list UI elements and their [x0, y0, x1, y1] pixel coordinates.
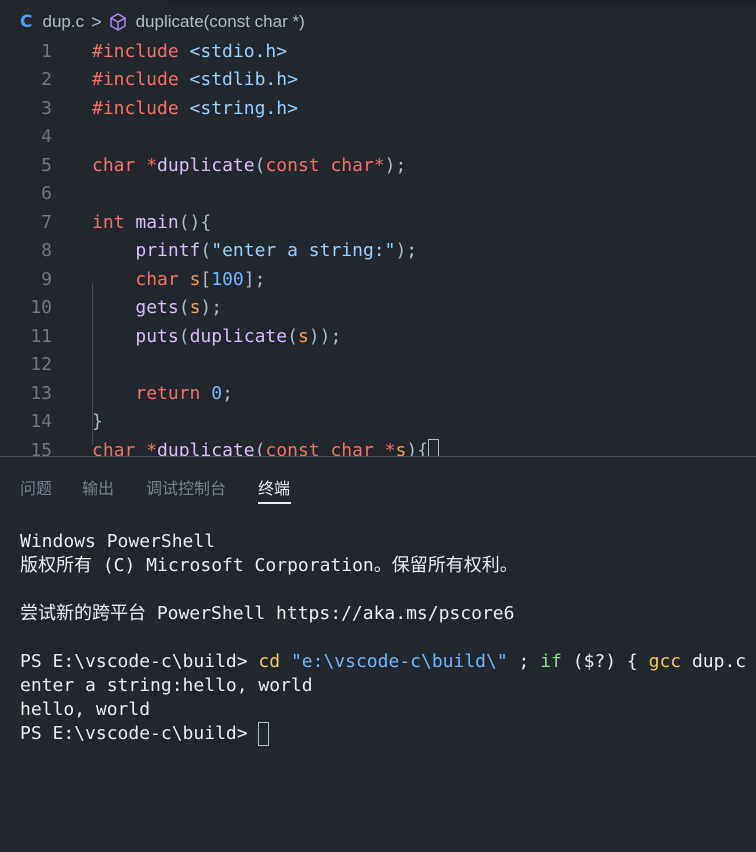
breadcrumb-separator: >: [91, 11, 102, 32]
line-number: 12: [30, 354, 52, 375]
line-number: 14: [30, 411, 52, 432]
code-editor[interactable]: 1 #include <stdio.h> 2 #include <stdlib.h>…: [0, 38, 756, 456]
code-line[interactable]: char *duplicate(const char *s){: [92, 437, 440, 456]
line-number: 6: [41, 183, 52, 204]
terminal-line: Windows PowerShell: [20, 531, 216, 552]
terminal-cmd-cond: ($?) {: [561, 651, 649, 672]
terminal-cmd-rest: dup.c: [681, 651, 747, 672]
line-number: 8: [41, 240, 52, 261]
terminal-prompt: PS E:\vscode-c\build>: [20, 723, 259, 744]
panel-tabs: 问题 输出 调试控制台 终端: [0, 457, 756, 517]
line-number: 3: [41, 98, 52, 119]
line-number: 1: [41, 41, 52, 62]
terminal-prompt: PS E:\vscode-c\build>: [20, 651, 259, 672]
breadcrumb-file[interactable]: dup.c: [42, 12, 84, 32]
code-line[interactable]: return 0;: [92, 380, 233, 408]
line-number: 7: [41, 212, 52, 233]
terminal-line: 版权所有 (C) Microsoft Corporation。保留所有权利。: [20, 555, 518, 576]
terminal-prompt-line: PS E:\vscode-c\build>: [20, 722, 756, 746]
terminal-output-line: hello, world: [20, 699, 151, 720]
code-line[interactable]: char s[100];: [92, 266, 265, 294]
terminal-cmd-path: "e:\vscode-c\build\": [290, 651, 508, 672]
code-line[interactable]: gets(s);: [92, 294, 222, 322]
terminal-cmd-cd: cd: [258, 651, 281, 672]
code-line[interactable]: printf("enter a string:");: [92, 237, 417, 265]
active-tab-indicator: [258, 502, 291, 504]
tab-debug-console[interactable]: 调试控制台: [146, 475, 226, 499]
line-number: 13: [30, 383, 52, 404]
tab-bar-edge: [168, 0, 756, 5]
terminal-cmd-semi: ;: [507, 651, 541, 672]
line-number: 11: [30, 326, 52, 347]
code-line[interactable]: char *duplicate(const char*);: [92, 152, 406, 180]
terminal-cmd-gcc: gcc: [648, 651, 682, 672]
terminal-cmd-if: if: [540, 651, 562, 672]
code-line[interactable]: puts(duplicate(s));: [92, 323, 341, 351]
line-number: 2: [41, 69, 52, 90]
tab-output[interactable]: 输出: [82, 475, 114, 499]
code-line[interactable]: }: [92, 408, 103, 436]
terminal-line: 尝试新的跨平台 PowerShell https://aka.ms/pscore…: [20, 603, 515, 624]
code-line[interactable]: #include <stdio.h>: [92, 38, 287, 66]
terminal-command-line: PS E:\vscode-c\build> cd "e:\vscode-c\bu…: [20, 650, 756, 674]
bracket-match-box: [428, 439, 440, 456]
line-number: 15: [30, 440, 52, 456]
terminal[interactable]: Windows PowerShell 版权所有 (C) Microsoft Co…: [20, 530, 756, 746]
tab-terminal[interactable]: 终端: [258, 475, 290, 499]
line-number: 4: [41, 126, 52, 147]
cube-icon: [108, 12, 128, 32]
terminal-cursor: [258, 722, 270, 746]
line-number: 10: [30, 297, 52, 318]
terminal-output-line: enter a string:hello, world: [20, 675, 313, 696]
line-number: 9: [41, 269, 52, 290]
code-line[interactable]: #include <stdlib.h>: [92, 66, 298, 94]
breadcrumb-symbol[interactable]: duplicate(const char *): [136, 12, 305, 32]
code-line[interactable]: #include <string.h>: [92, 95, 298, 123]
tab-problems[interactable]: 问题: [20, 475, 52, 499]
c-language-icon: C: [20, 12, 33, 32]
code-line[interactable]: int main(){: [92, 209, 211, 237]
line-number: 5: [41, 155, 52, 176]
